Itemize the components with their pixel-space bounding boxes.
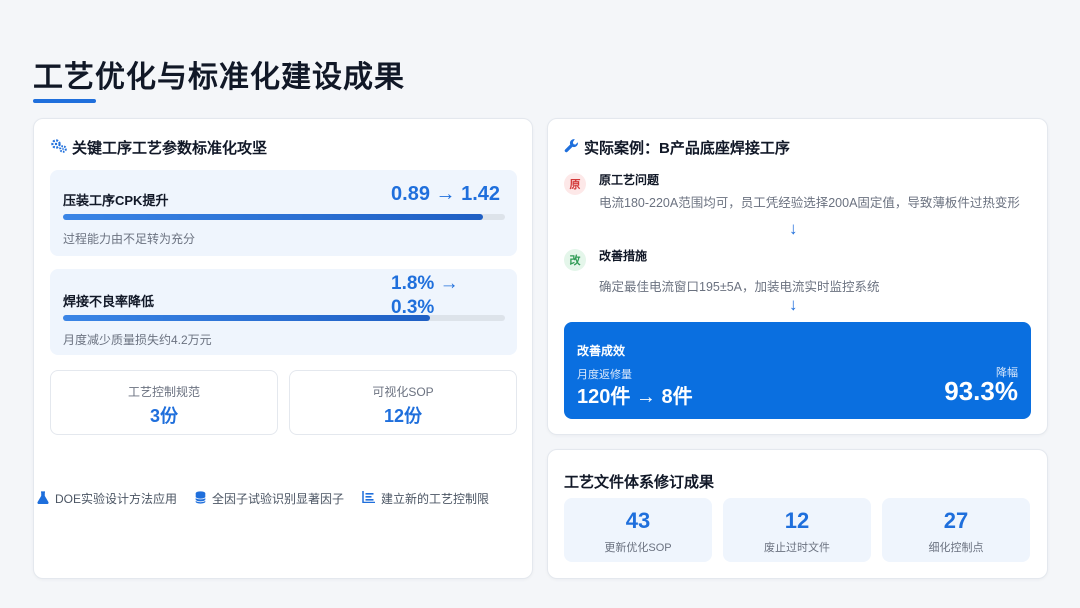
step-desc: 确定最佳电流窗口195±5A，加装电流实时监控系统 <box>599 280 880 294</box>
metric-value: 1.8% → 0.3% <box>391 273 459 318</box>
doc-label: 废止过时文件 <box>764 542 830 554</box>
step-title: 改善措施 <box>599 249 648 263</box>
flask-icon <box>37 490 49 507</box>
reduction-value: 93.3% <box>944 376 1018 406</box>
standardization-heading: 关键工序工艺参数标准化攻坚 <box>50 137 267 158</box>
method-label: 建立新的工艺控制限 <box>381 492 490 506</box>
stat-process-spec: 工艺控制规范 3份 <box>50 370 278 435</box>
arrow-down-icon: ↓ <box>789 219 798 238</box>
docs-revision-card: 工艺文件体系修订成果 43 更新优化SOP 12 废止过时文件 27 细化控制点 <box>547 449 1048 579</box>
standardization-card: 关键工序工艺参数标准化攻坚 压装工序CPK提升 0.89 → 1.42 过程能力… <box>33 118 533 579</box>
doc-value: 27 <box>943 508 969 533</box>
doc-label: 细化控制点 <box>928 542 984 554</box>
doc-stat-sop: 43 更新优化SOP <box>564 498 712 562</box>
metric-note: 月度减少质量损失约4.2万元 <box>63 333 212 347</box>
case-card: 实际案例：B产品底座焊接工序 原 原工艺问题 电流180-220A范围均可，员工… <box>547 118 1048 435</box>
metric-name: 压装工序CPK提升 <box>63 193 169 208</box>
doc-value: 43 <box>625 508 651 533</box>
improvement-badge: 改 <box>564 249 586 271</box>
stat-value: 3份 <box>149 406 178 426</box>
stat-value: 12份 <box>383 406 423 426</box>
progress-track <box>63 315 505 321</box>
result-box: 改善成效 月度返修量 120件 → 8件 降幅 93.3% <box>564 322 1031 419</box>
method-item-control-limit: 建立新的工艺控制限 <box>362 490 489 507</box>
method-label: DOE实验设计方法应用 <box>55 492 178 506</box>
list-icon <box>362 491 376 506</box>
stat-label: 可视化SOP <box>372 385 434 399</box>
title-underline <box>33 99 96 103</box>
doc-value: 12 <box>784 508 810 533</box>
gears-icon <box>50 138 68 158</box>
cpk-metric-box: 压装工序CPK提升 0.89 → 1.42 过程能力由不足转为充分 <box>50 170 517 256</box>
metric-value: 0.89 → 1.42 <box>391 183 500 205</box>
progress-fill <box>63 315 430 321</box>
result-value: 120件 → 8件 <box>577 386 693 408</box>
step-desc: 电流180-220A范围均可，员工凭经验选择200A固定值，导致薄板件过热变形 <box>599 196 1020 210</box>
step-title: 原工艺问题 <box>599 173 660 187</box>
arrow-down-icon: ↓ <box>789 295 798 314</box>
method-item-factorial: 全因子试验识别显著因子 <box>195 490 344 507</box>
doc-label: 更新优化SOP <box>604 542 672 554</box>
case-heading-text: 实际案例：B产品底座焊接工序 <box>584 140 790 157</box>
database-icon <box>195 490 206 507</box>
defect-rate-metric-box: 焊接不良率降低 1.8% → 0.3% 月度减少质量损失约4.2万元 <box>50 269 517 355</box>
page-title: 工艺优化与标准化建设成果 <box>33 61 405 94</box>
stat-visual-sop: 可视化SOP 12份 <box>289 370 517 435</box>
metric-note: 过程能力由不足转为充分 <box>63 232 196 246</box>
standardization-heading-text: 关键工序工艺参数标准化攻坚 <box>72 140 268 157</box>
method-list: DOE实验设计方法应用 全因子试验识别显著因子 建立新的工艺控制限 <box>37 490 507 507</box>
docs-heading: 工艺文件体系修订成果 <box>564 474 715 491</box>
result-title: 改善成效 <box>577 344 626 358</box>
wrench-icon <box>564 138 580 158</box>
stat-label: 工艺控制规范 <box>127 385 200 399</box>
doc-stat-control-points: 27 细化控制点 <box>882 498 1030 562</box>
progress-fill <box>63 214 483 220</box>
doc-stat-obsolete: 12 废止过时文件 <box>723 498 871 562</box>
method-label: 全因子试验识别显著因子 <box>212 492 345 506</box>
metric-name: 焊接不良率降低 <box>63 294 155 309</box>
case-heading: 实际案例：B产品底座焊接工序 <box>564 137 790 158</box>
progress-track <box>63 214 505 220</box>
method-item-doe: DOE实验设计方法应用 <box>37 490 177 507</box>
original-badge: 原 <box>564 173 586 195</box>
